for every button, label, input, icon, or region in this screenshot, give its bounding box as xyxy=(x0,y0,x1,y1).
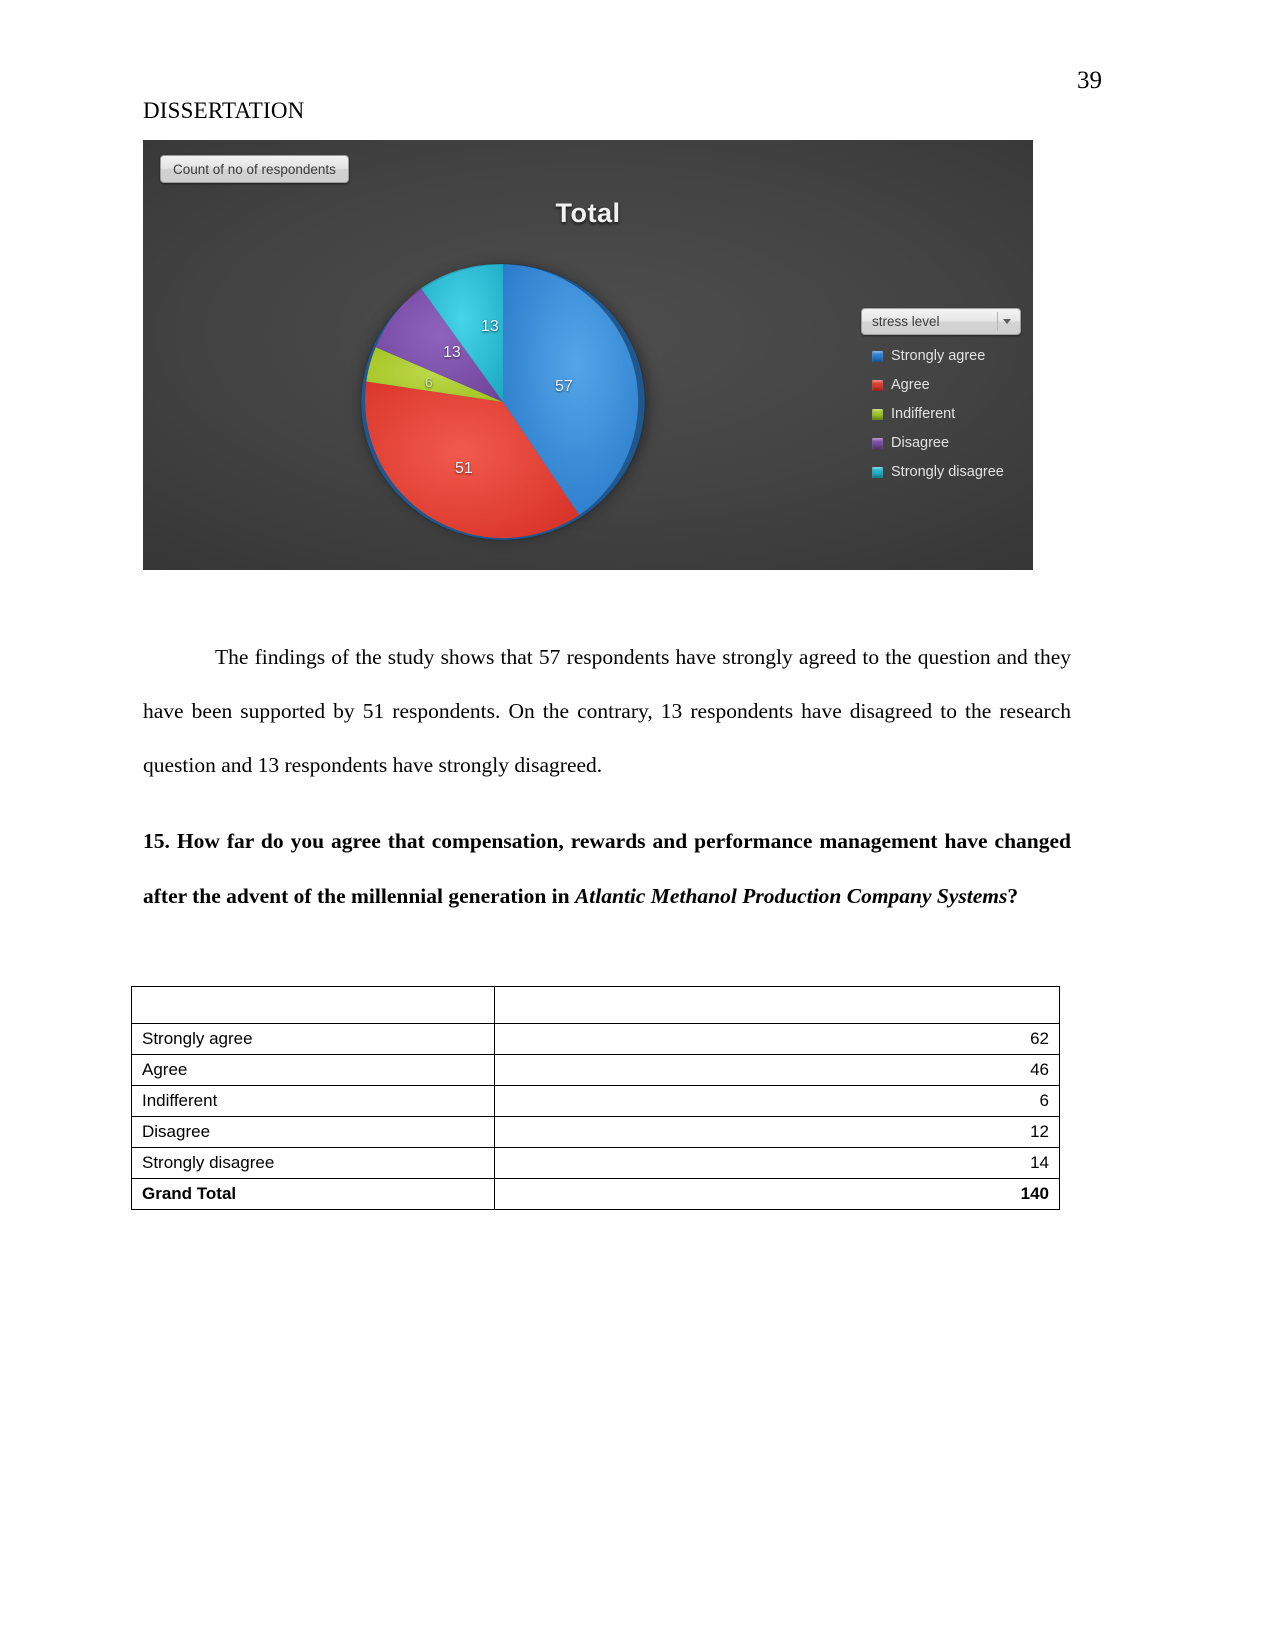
pie-chart: 57 51 6 13 13 xyxy=(355,250,655,540)
pie-slices xyxy=(360,263,646,540)
question-text-tail: ? xyxy=(1007,883,1019,908)
chart-legend: stress level Strongly agree Agree Indiff… xyxy=(861,308,1021,480)
legend-swatch-icon xyxy=(872,379,883,391)
count-field-label: Count of no of respondents xyxy=(173,161,336,177)
table-cell-value: 6 xyxy=(494,1085,1060,1117)
table-row: Agree 46 xyxy=(131,1054,1060,1086)
question-company-name: Atlantic Methanol Production Company Sys… xyxy=(574,883,1008,908)
table-cell-value: 14 xyxy=(494,1147,1060,1179)
document-page: 39 DISSERTATION Count of no of responden… xyxy=(0,0,1275,1650)
legend-swatch-icon xyxy=(872,350,883,362)
legend-item-label: Agree xyxy=(891,377,930,393)
table-row: Disagree 12 xyxy=(131,1116,1060,1148)
table-cell-label: Disagree xyxy=(131,1116,495,1148)
legend-item-disagree[interactable]: Disagree xyxy=(861,435,1021,451)
table-cell-label: Strongly disagree xyxy=(131,1147,495,1179)
legend-item-label: Strongly disagree xyxy=(891,464,1004,480)
legend-item-indifferent[interactable]: Indifferent xyxy=(861,406,1021,422)
table-header-label-cell xyxy=(131,986,495,1024)
table-row: Indifferent 6 xyxy=(131,1085,1060,1117)
legend-item-label: Strongly agree xyxy=(891,348,986,364)
chevron-down-icon[interactable] xyxy=(997,312,1016,331)
legend-swatch-icon xyxy=(872,437,883,449)
findings-paragraph-text: The findings of the study shows that 57 … xyxy=(143,644,1071,777)
legend-item-strongly-disagree[interactable]: Strongly disagree xyxy=(861,464,1021,480)
findings-paragraph: The findings of the study shows that 57 … xyxy=(143,630,1071,792)
table-cell-label: Strongly agree xyxy=(131,1023,495,1055)
chart-title: Total xyxy=(555,198,621,228)
document-header-title: DISSERTATION xyxy=(143,98,305,123)
legend-item-agree[interactable]: Agree xyxy=(861,377,1021,393)
count-field-button[interactable]: Count of no of respondents xyxy=(160,155,349,183)
table-total-label: Grand Total xyxy=(131,1178,495,1210)
table-cell-value: 12 xyxy=(494,1116,1060,1148)
table-header-row xyxy=(131,986,1060,1024)
responses-table: Strongly agree 62 Agree 46 Indifferent 6… xyxy=(131,986,1060,1210)
legend-item-label: Disagree xyxy=(891,435,950,451)
table-total-value: 140 xyxy=(494,1178,1060,1210)
table-total-row: Grand Total 140 xyxy=(131,1178,1060,1210)
question-number: 15. xyxy=(143,828,170,853)
stress-level-filter-dropdown[interactable]: stress level xyxy=(861,308,1021,335)
table-cell-label: Agree xyxy=(131,1054,495,1086)
table-row: Strongly disagree 14 xyxy=(131,1147,1060,1179)
legend-item-strongly-agree[interactable]: Strongly agree xyxy=(861,348,1021,364)
table-cell-label: Indifferent xyxy=(131,1085,495,1117)
pie-chart-figure: Count of no of respondents Total 57 51 6… xyxy=(143,140,1033,570)
table-header-value-cell xyxy=(494,986,1060,1024)
table-cell-value: 62 xyxy=(494,1023,1060,1055)
legend-item-label: Indifferent xyxy=(891,406,956,422)
table-cell-value: 46 xyxy=(494,1054,1060,1086)
table-row: Strongly agree 62 xyxy=(131,1023,1060,1055)
legend-swatch-icon xyxy=(872,466,883,478)
stress-level-filter-label: stress level xyxy=(872,314,940,329)
page-number: 39 xyxy=(1077,67,1102,94)
question-heading: 15. How far do you agree that compensati… xyxy=(143,814,1071,924)
legend-swatch-icon xyxy=(872,408,883,420)
